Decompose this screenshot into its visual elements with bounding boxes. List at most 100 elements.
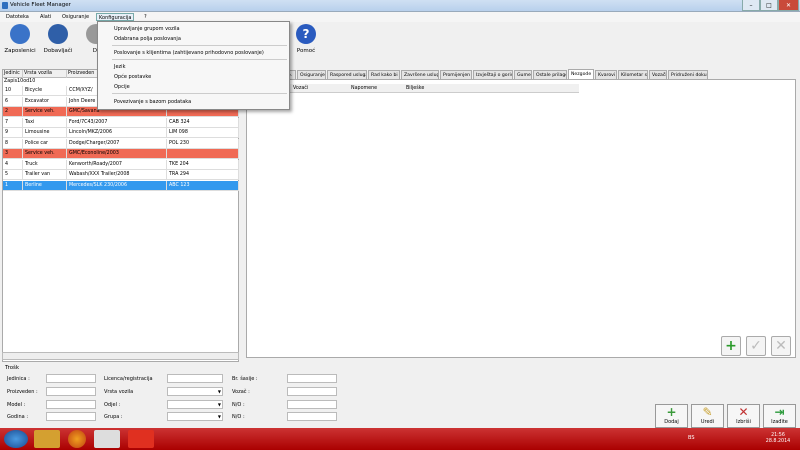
minimize-button[interactable]: – [742,0,760,11]
fleet-manager-taskbar-button[interactable] [128,430,154,448]
cell-model: POL 230 [167,138,239,149]
table-row[interactable]: 4 Truck Kenworth/Roady/2007 TKE 204 [3,159,239,170]
menu-item-database-connection[interactable]: Povezivanje s bazom podataka [114,98,191,106]
chevron-down-icon: ▼ [217,389,221,394]
konfiguracija-dropdown: Upravljanje grupom vozila Odabrana polja… [97,21,290,110]
tab-13[interactable]: Pridruženi dokumenti [668,70,708,79]
firefox-taskbar-button[interactable] [68,430,86,448]
cell-unit: 1 [3,180,23,191]
menu-alati[interactable]: Alati [38,13,53,21]
menu-item-vehicle-groups[interactable]: Upravljanje grupom vozila [114,25,180,33]
table-row[interactable]: 8 Police car Dodge/Charger/2007 POL 230 [3,138,239,149]
add-row-button[interactable]: + [721,336,741,356]
add-label: Dodaj [664,419,679,425]
menu-item-general-settings[interactable]: Opće postavke [114,73,151,81]
employees-button[interactable]: Zaposlenici [2,24,38,60]
maximize-button[interactable]: □ [760,0,778,11]
help-icon: ? [296,24,316,44]
costs-title: Trošk [5,365,20,371]
unit-field[interactable] [46,374,96,383]
help-button[interactable]: ? Pomoć [288,24,324,60]
year-field[interactable] [46,412,96,421]
horizontal-scrollbar[interactable] [2,352,239,360]
menu-konfiguracija[interactable]: Konfiguracija [96,13,135,21]
edit-button[interactable]: ✎ Uredi [691,404,724,428]
manufacturer-field[interactable] [46,387,96,396]
na-field-1[interactable] [287,400,337,409]
edit-row-button[interactable]: ✓ [746,336,766,356]
col-header-notes[interactable]: Bilješke [406,84,424,93]
taskbar [0,428,800,450]
label-vehicle-type: Vrsta vozila [104,389,134,395]
delete-icon: ✕ [738,405,749,419]
vehicles-grid: Jedinic Vrsta vozila Proizveden Model Za… [2,69,240,362]
col-header-remarks[interactable]: Napomene [351,84,377,93]
close-button[interactable]: ✕ [778,0,799,11]
table-row[interactable]: 5 Trailer van Wabash/XXX Trailer/2008 TRA 2… [3,170,239,180]
tab-1[interactable]: Osiguranje [297,70,326,79]
table-row[interactable]: 3 Service veh. GMC/Econoline/2003 [3,149,239,159]
cell-manufacturer: Ford/7C43/2007 [67,117,167,128]
tab-9[interactable]: Nezgode [568,69,594,79]
language-indicator[interactable]: BS [688,435,695,441]
tab-7[interactable]: Gume [514,70,532,79]
tab-content: Vozači Napomene Bilješke [246,79,796,358]
add-button[interactable]: + Dodaj [655,404,688,428]
tab-2[interactable]: Raspored usluga [327,70,367,79]
cell-type: Taxi [23,117,67,128]
cell-model: TRA 294 [167,170,239,180]
menu-item-options[interactable]: Opcije [114,83,130,91]
tab-3[interactable]: Rad kako bi [368,70,400,79]
cell-model: TKE 204 [167,159,239,170]
delete-button[interactable]: ✕ Izbriši [727,404,760,428]
cell-type: Berline [23,180,67,191]
title-bar: Vehicle Fleet Manager – □ ✕ [0,0,800,12]
tab-11[interactable]: Kilometar sat [618,70,648,79]
vehicle-type-select[interactable]: ▼ [167,387,223,396]
department-select[interactable]: ▼ [167,400,223,409]
model-field[interactable] [46,400,96,409]
tab-6[interactable]: Izvještaji o gorivu [473,70,513,79]
tab-10[interactable]: Kvarovi [595,70,617,79]
na-field-2[interactable] [287,412,337,421]
tab-8[interactable]: Ostale prilagodbe [533,70,567,79]
exit-button[interactable]: ⇥ Izađite [763,404,796,428]
chassis-field[interactable] [287,374,337,383]
tab-4[interactable]: Završene usluge [401,70,439,79]
explorer-taskbar-button[interactable] [34,430,60,448]
menu-item-business-fields[interactable]: Odabrana polja poslovanja [114,35,181,43]
col-header-type[interactable]: Vrsta vozila [23,70,67,78]
label-na-1: N/O : [232,402,245,408]
cell-type: Truck [23,159,67,170]
clock[interactable]: 21:56 28.8.2014 [760,433,796,445]
menu-help[interactable]: ? [142,13,149,21]
label-manufacturer: Proizveden : [7,389,38,395]
cell-type: Service veh. [23,107,67,117]
menu-datoteka[interactable]: Datoteka [4,13,31,21]
suppliers-button[interactable]: Dobavljači [40,24,76,60]
license-field[interactable] [167,374,223,383]
menu-item-client-business[interactable]: Poslovanje s klijentima (zahtijevano pri… [114,49,264,57]
cell-type: Service veh. [23,149,67,159]
delete-row-button[interactable]: ✕ [771,336,791,356]
tab-5[interactable]: Promijenjen [440,70,472,79]
cell-unit: 2 [3,107,23,117]
col-header-unit[interactable]: Jedinic [3,70,23,78]
table-row[interactable]: 1 Berline Mercedes/SLK 230/2006 ABC 123 [3,180,239,191]
cell-model [167,149,239,159]
group-select[interactable]: ▼ [167,412,223,421]
menu-separator [112,93,287,94]
app-icon [2,2,8,9]
start-button[interactable] [4,430,28,448]
cell-unit: 3 [3,149,23,159]
cell-model: ABC 123 [167,180,239,191]
app-taskbar-button[interactable] [94,430,120,448]
col-header-drivers[interactable]: Vozači [293,84,308,93]
table-row[interactable]: 7 Taxi Ford/7C43/2007 CAB 324 [3,117,239,128]
tab-12[interactable]: Vozači [649,70,667,79]
driver-field[interactable] [287,387,337,396]
table-row[interactable]: 9 Limousine Lincoln/MKZ/2006 LIM 098 [3,128,239,138]
menu-item-language[interactable]: Jezik [114,63,125,71]
cell-manufacturer: Lincoln/MKZ/2006 [67,128,167,138]
menu-osiguranje[interactable]: Osiguranje [60,13,91,21]
